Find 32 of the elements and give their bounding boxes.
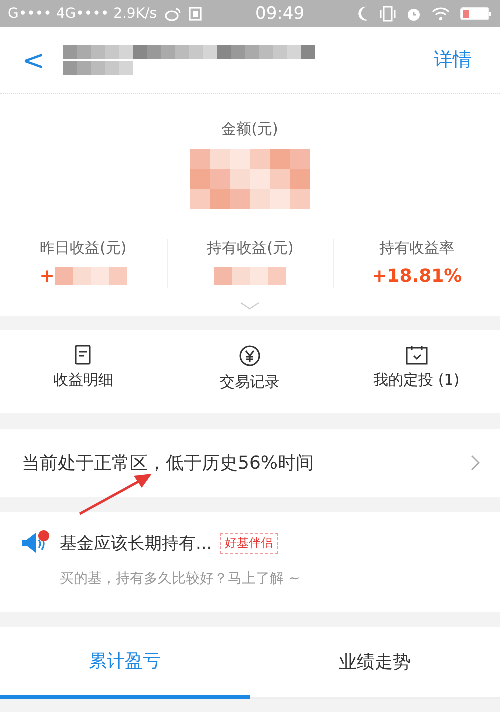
shortcut-button[interactable]: 收益明细 <box>0 344 167 393</box>
stat-value: + <box>40 266 55 286</box>
signal-status: G•••• 4G•••• 2.9K/s <box>8 6 158 22</box>
valuation-text: 当前处于正常区，低于历史56%时间 <box>22 452 316 475</box>
battery-icon <box>460 6 492 20</box>
blurred-subtitle <box>63 61 134 75</box>
square-s-icon <box>189 6 202 20</box>
tab[interactable]: 业绩走势 <box>250 627 500 699</box>
notice-title[interactable]: 基金应该长期持有... <box>60 532 212 554</box>
stat-label: 昨日收益(元) <box>40 239 127 258</box>
notice-tag: 好基伴侣 <box>220 532 278 554</box>
vibrate-icon <box>380 6 396 22</box>
details-link[interactable]: 详情 <box>428 46 478 74</box>
moon-icon <box>358 6 370 22</box>
stat-label: 持有收益(元) <box>207 239 294 258</box>
speaker-icon <box>22 533 45 553</box>
shortcut-button[interactable]: 交易记录 <box>166 344 334 393</box>
chevron-down-icon[interactable] <box>240 302 260 310</box>
calendar-icon <box>406 345 428 365</box>
shortcut-button[interactable]: 我的定投 (1) <box>333 344 500 393</box>
amount-label: 金额(元) <box>222 120 278 139</box>
tab[interactable]: 累计盈亏 <box>0 627 250 699</box>
chevron-right-icon[interactable] <box>471 455 480 471</box>
document-icon <box>75 345 92 365</box>
yuan-icon <box>238 345 261 367</box>
back-button[interactable]: < <box>22 44 54 76</box>
notice-subtitle: 买的基，持有多久比较好？马上了解 ~ <box>59 570 302 588</box>
stat-label: 持有收益率 <box>380 239 455 258</box>
stat-value: +18.81% <box>372 266 462 286</box>
status-time: 09:49 <box>256 4 305 24</box>
weibo-icon <box>165 6 182 20</box>
wifi-icon <box>432 6 450 20</box>
